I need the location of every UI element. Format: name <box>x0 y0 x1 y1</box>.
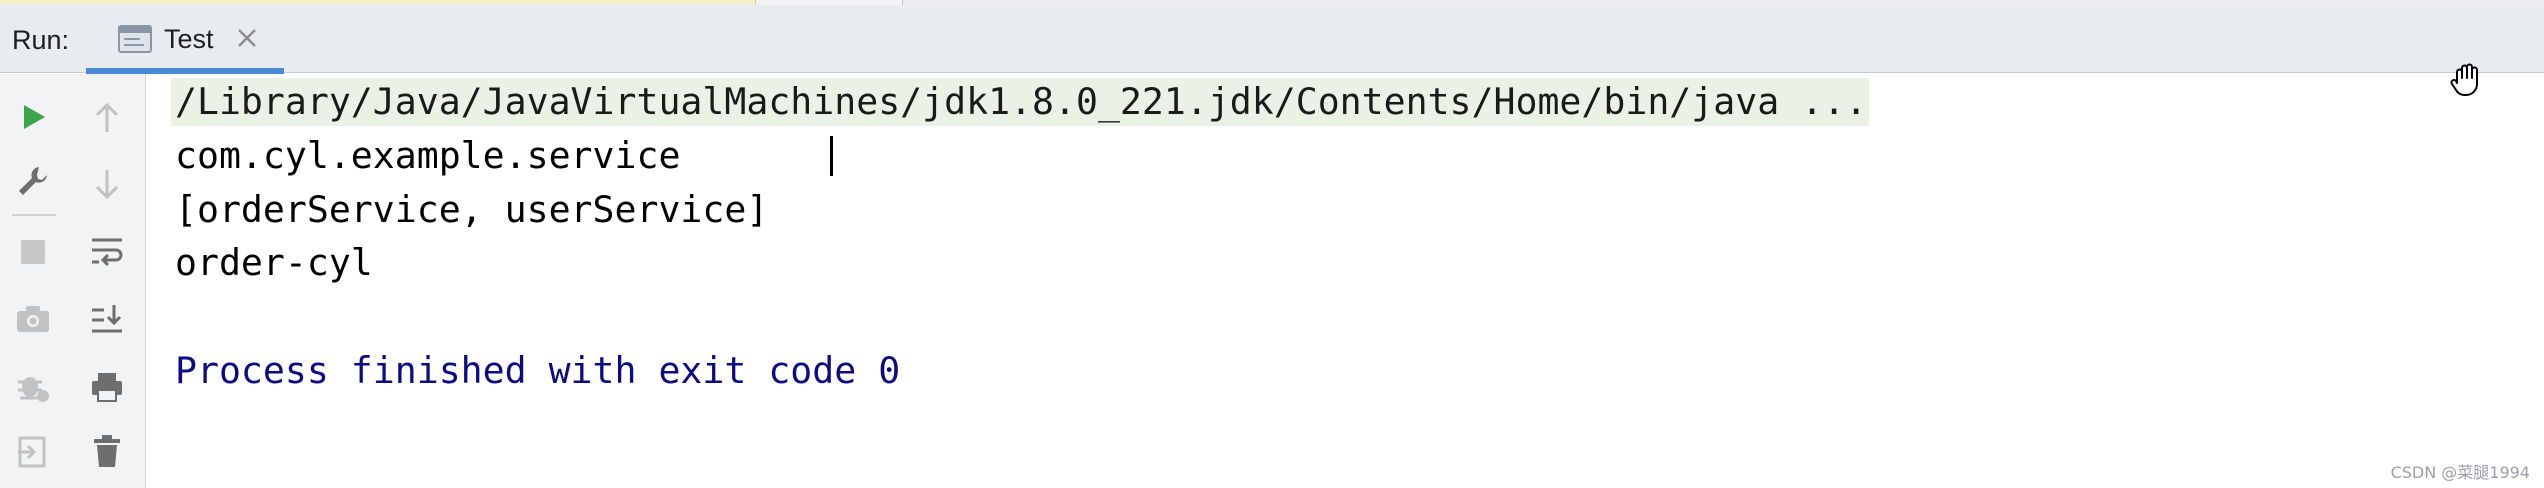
down-arrow-icon <box>95 170 119 200</box>
run-panel-header: Run: Test <box>0 5 2544 74</box>
scroll-to-end-icon <box>92 305 122 333</box>
soft-wrap-icon <box>92 238 123 267</box>
console-output[interactable]: /Library/Java/JavaVirtualMachines/jdk1.8… <box>147 74 2544 488</box>
trash-icon <box>94 435 120 467</box>
stop-button[interactable] <box>10 229 56 275</box>
run-toolbar <box>0 74 146 488</box>
previous-occurrence-button[interactable] <box>84 94 130 140</box>
grab-cursor-icon <box>2450 63 2478 96</box>
print-button[interactable] <box>84 364 130 410</box>
debug-bug-icon <box>18 377 49 402</box>
print-icon <box>92 373 122 402</box>
command-line[interactable]: /Library/Java/JavaVirtualMachines/jdk1.8… <box>175 77 1867 127</box>
toolbar-separator <box>12 214 56 216</box>
exit-message: Process finished with exit code 0 <box>175 349 901 392</box>
tab-test[interactable]: Test <box>86 5 284 74</box>
camera-icon <box>17 306 49 332</box>
close-icon[interactable] <box>234 25 260 51</box>
exit-icon <box>18 436 46 468</box>
settings-wrench-icon <box>19 167 47 195</box>
output-line: com.cyl.example.service <box>175 134 681 177</box>
dump-threads-button[interactable] <box>10 296 56 342</box>
rerun-icon <box>24 105 45 129</box>
text-caret <box>830 136 833 176</box>
editor-highlight-strip <box>0 0 755 4</box>
scroll-to-end-button[interactable] <box>84 296 130 342</box>
output-line: order-cyl <box>175 241 373 284</box>
tab-test-label: Test <box>164 24 214 54</box>
output-line: [orderService, userService] <box>175 188 769 231</box>
up-arrow-icon <box>95 102 119 132</box>
rerun-button[interactable] <box>10 94 56 140</box>
stop-icon <box>21 240 45 264</box>
settings-button[interactable] <box>10 158 56 204</box>
watermark: CSDN @菜腿1994 <box>2390 463 2530 482</box>
next-occurrence-button[interactable] <box>84 162 130 208</box>
soft-wrap-button[interactable] <box>84 228 130 274</box>
clear-all-button[interactable] <box>84 428 130 474</box>
exit-button[interactable] <box>10 428 56 474</box>
debug-button[interactable] <box>10 363 56 409</box>
console-window-icon <box>118 25 152 53</box>
run-label: Run: <box>12 25 70 55</box>
